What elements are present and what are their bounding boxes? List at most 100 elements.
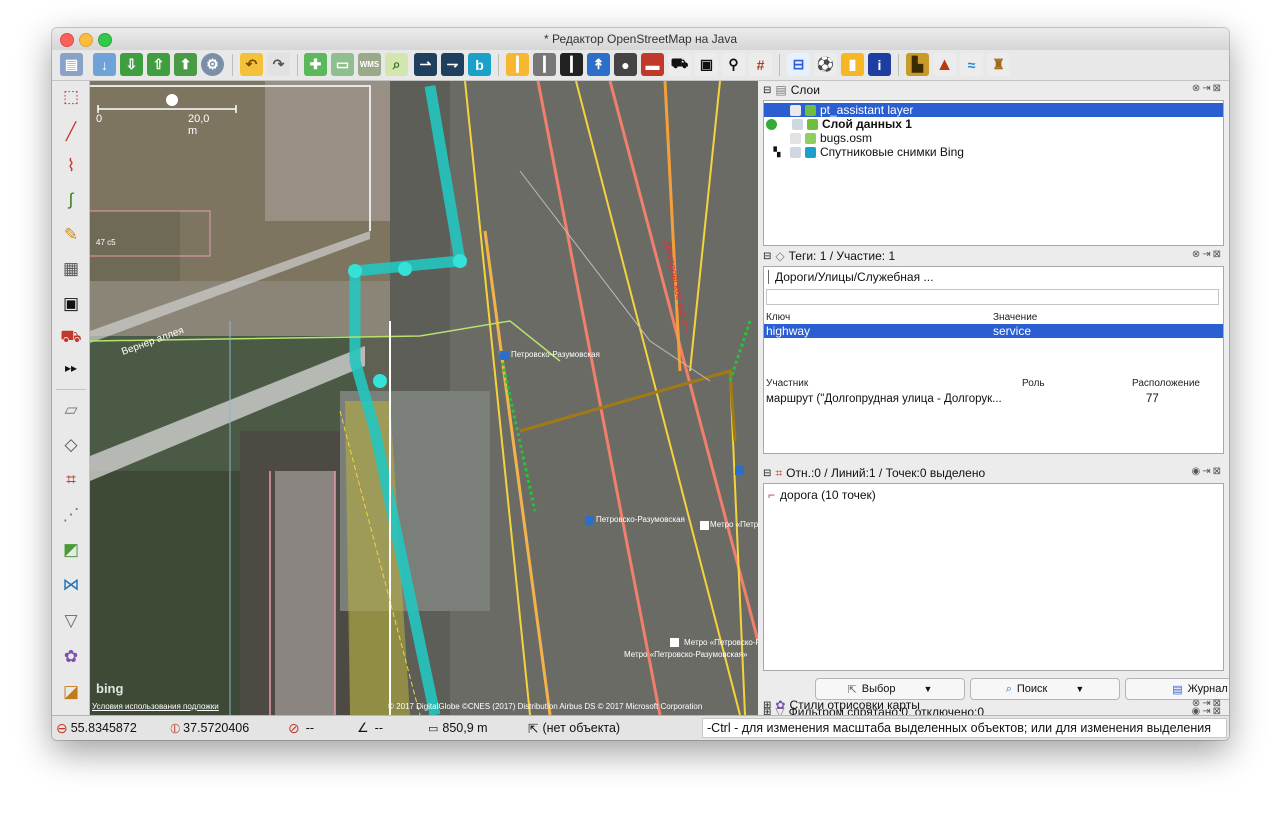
map-view[interactable]: 0 20,0 m Вернер аллея Дмитровское шоссе … xyxy=(90,81,758,715)
layer-type-icon xyxy=(807,118,818,130)
building-icon[interactable]: ▦ xyxy=(58,256,84,282)
layer-row[interactable]: Слой данных 1 xyxy=(764,117,1223,131)
layer-type-icon xyxy=(805,132,816,144)
pencil-icon[interactable]: ✎ xyxy=(58,222,84,248)
value-column-header[interactable]: Значение xyxy=(993,312,1037,323)
layer-row[interactable]: bugs.osm xyxy=(764,131,1223,145)
beer-icon[interactable]: ▮ xyxy=(841,53,864,76)
layers-panel-header[interactable]: ⊟ ▤ Слои ⊗⇥⊠ xyxy=(763,82,1225,98)
visibility-icon[interactable] xyxy=(792,118,803,130)
bus-icon[interactable]: ▣ xyxy=(58,291,84,317)
panel-controls-icon[interactable]: ⊗⇥⊠ xyxy=(1192,698,1223,709)
role-column-header[interactable]: Роль xyxy=(1022,378,1045,389)
collapse-icon[interactable]: ⊟ xyxy=(763,468,771,479)
styles-panel-header[interactable]: ⊞ ✿ Стили отрисовки карты ⊗⇥⊠ xyxy=(763,698,1225,712)
road-grey-icon[interactable]: ┃ xyxy=(533,53,556,76)
railway-icon[interactable]: # xyxy=(749,53,772,76)
visibility-icon[interactable] xyxy=(790,132,801,144)
visibility-icon[interactable] xyxy=(790,104,801,116)
layer-row[interactable]: pt_assistant layer xyxy=(764,103,1223,117)
selection-panel-header[interactable]: ⊟ ⌗ Отн.:0 / Линий:1 / Точек:0 выделено … xyxy=(763,465,1225,481)
key-column-header[interactable]: Ключ xyxy=(766,312,790,323)
tags-icon[interactable]: ◇ xyxy=(58,432,84,458)
more-tools-icon[interactable]: ▸▸ xyxy=(58,355,84,381)
draw-area-icon[interactable]: ⌇ xyxy=(58,153,84,179)
filter-icon[interactable]: ▽ xyxy=(58,608,84,634)
selection-item[interactable]: ⌐ дорога (10 точек) xyxy=(768,488,876,502)
undo-icon[interactable]: ↶ xyxy=(240,53,263,76)
tag-filter-input[interactable] xyxy=(766,289,1219,305)
select-icon[interactable]: ⬚ xyxy=(58,84,84,110)
member-column-header[interactable]: Участник xyxy=(766,378,808,389)
draw-way-icon[interactable]: ╱ xyxy=(58,119,84,145)
open-file-icon[interactable]: ▤ xyxy=(60,53,83,76)
selection-panel-title: Отн.:0 / Линий:1 / Точек:0 выделено xyxy=(786,466,986,480)
redo-icon[interactable]: ↷ xyxy=(267,53,290,76)
waterway-icon[interactable]: ≈ xyxy=(960,53,983,76)
chevron-down-icon[interactable]: ▼ xyxy=(1075,684,1084,694)
palette-icon[interactable]: ✿ xyxy=(58,644,84,670)
improve-way-icon[interactable]: ∫ xyxy=(58,187,84,213)
collapse-icon[interactable]: ⊟ xyxy=(763,251,771,262)
image-overlay-icon[interactable]: ◩ xyxy=(58,537,84,563)
save-icon[interactable]: ↓ xyxy=(93,53,116,76)
car-icon[interactable]: ⛟ xyxy=(668,53,691,76)
angle-value: -- xyxy=(374,721,383,735)
bed-icon[interactable]: ⊟ xyxy=(787,53,810,76)
zoom-out-icon[interactable]: ▭ xyxy=(331,53,354,76)
search-button[interactable]: ⌕ Поиск ▼ xyxy=(970,678,1120,700)
panel-controls-icon[interactable]: ◉⇥⊠ xyxy=(1192,466,1223,477)
drag-handle-icon[interactable]: ▚ xyxy=(764,147,790,158)
pt-routing-icon[interactable]: ⛟ xyxy=(58,325,84,351)
expand-icon[interactable]: ⊞ xyxy=(763,700,771,711)
imagery-terms-link[interactable]: Условия использования подложки xyxy=(92,702,219,711)
pt-stop-icon[interactable]: ↟ xyxy=(587,53,610,76)
history-button[interactable]: ▤ Журнал xyxy=(1125,678,1229,700)
zoom-in-icon[interactable]: ✚ xyxy=(304,53,327,76)
collapse-icon[interactable]: ⊟ xyxy=(763,85,771,96)
way-icon: ⌐ xyxy=(768,488,776,502)
road-yellow-icon[interactable]: ┃ xyxy=(506,53,529,76)
route-right-icon[interactable]: ⇁ xyxy=(441,53,464,76)
mountain-icon[interactable]: ▲ xyxy=(933,53,956,76)
status-bar: ⊖ 55.8345872 ⦶ 37.5720406 ⊘ -- ∠ -- ▭ 85… xyxy=(52,715,1229,740)
chevron-down-icon[interactable]: ▼ xyxy=(924,684,933,694)
panel-controls-icon[interactable]: ⊗⇥⊠ xyxy=(1192,249,1223,260)
map-canvas xyxy=(90,81,758,715)
castle-icon[interactable]: ♜ xyxy=(987,53,1010,76)
bing-icon[interactable]: b xyxy=(468,53,491,76)
tags-panel-header[interactable]: ⊟ ◇ Теги: 1 / Участие: 1 ⊗⇥⊠ xyxy=(763,248,1225,264)
football-icon[interactable]: ⚽ xyxy=(814,53,837,76)
sidebar-icon[interactable]: ⋰ xyxy=(58,502,84,528)
visibility-icon[interactable] xyxy=(790,146,801,158)
wms-icon[interactable]: WMS xyxy=(358,53,381,76)
save-as-icon[interactable]: ⇩ xyxy=(120,53,143,76)
bus-icon[interactable]: ▣ xyxy=(695,53,718,76)
traffic-light-icon[interactable]: ● xyxy=(614,53,637,76)
industrial-icon[interactable]: ▙ xyxy=(906,53,929,76)
select-button[interactable]: ⇱ Выбор ▼ xyxy=(815,678,965,700)
longitude-field: ⦶ 37.5720406 xyxy=(170,719,249,737)
road-black-icon[interactable]: ┃ xyxy=(560,53,583,76)
layer-row[interactable]: ▚ Спутниковые снимки Bing xyxy=(764,145,1223,159)
preset-label[interactable]: Дороги/Улицы/Служебная ... xyxy=(768,270,933,284)
layers-icon[interactable]: ▱ xyxy=(58,397,84,423)
route-left-icon[interactable]: ⇀ xyxy=(414,53,437,76)
membership-name[interactable]: маршрут ("Долгопрудная улица - Долгорук.… xyxy=(766,393,1002,405)
tag-row[interactable]: highway service xyxy=(764,324,1223,338)
chart-icon[interactable]: ◪ xyxy=(58,679,84,705)
upload-icon[interactable]: ⇧ xyxy=(147,53,170,76)
panel-controls-icon[interactable]: ⊗⇥⊠ xyxy=(1192,83,1223,94)
relation-editor-icon[interactable]: ⌗ xyxy=(58,467,84,493)
download-icon[interactable]: ⬆ xyxy=(174,53,197,76)
search-icon[interactable]: ⌕ xyxy=(385,53,408,76)
left-toolbar: ⬚ ╱ ⌇ ∫ ✎ ▦ ▣ ⛟ ▸▸ ▱ ◇ ⌗ ⋰ ◩ ⋈ ▽ ✿ ◪ xyxy=(52,81,90,715)
latitude-icon: ⊖ xyxy=(56,719,68,736)
position-column-header[interactable]: Расположение xyxy=(1132,378,1200,389)
pointer-icon: ⇱ xyxy=(528,721,539,736)
barrier-icon[interactable]: ▬ xyxy=(641,53,664,76)
info-icon[interactable]: i xyxy=(868,53,891,76)
preferences-icon[interactable]: ⚙ xyxy=(201,53,224,76)
bicycle-icon[interactable]: ⚲ xyxy=(722,53,745,76)
map-paint-icon[interactable]: ⋈ xyxy=(58,572,84,598)
